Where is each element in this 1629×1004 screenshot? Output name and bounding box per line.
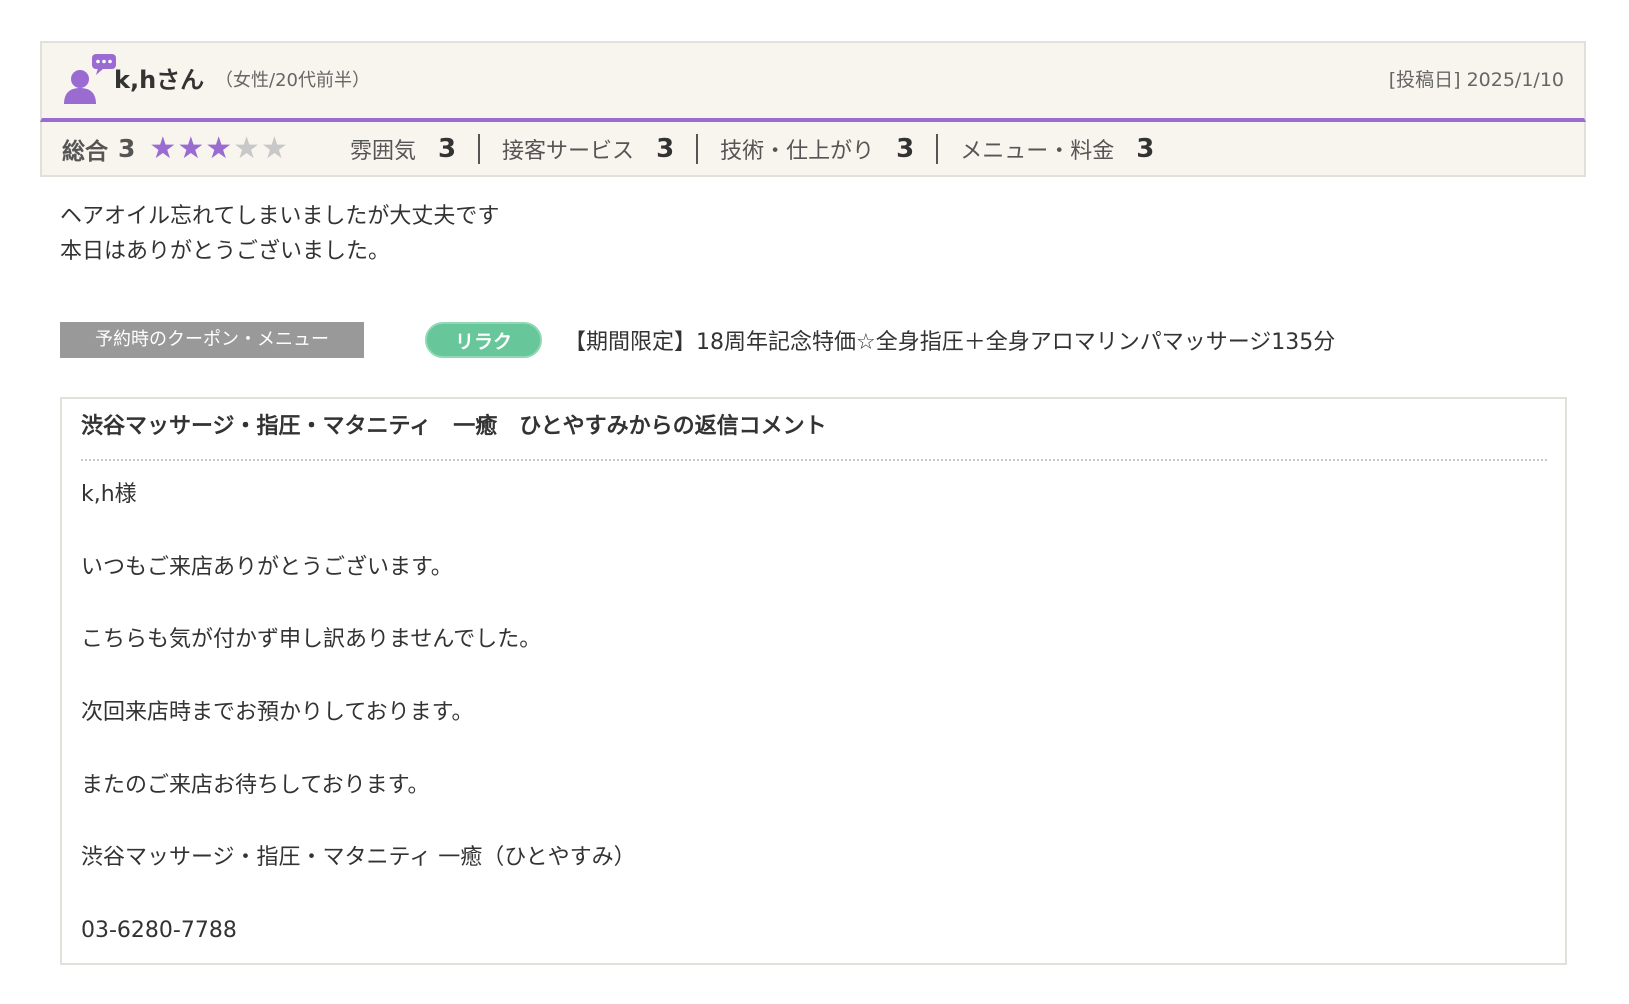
rating-divider <box>936 133 939 164</box>
reply-line: k,h様 <box>81 482 137 507</box>
review-card: k,hさん （女性/20代前半） [投稿日] 2025/1/10 総合 3 ★ ★… <box>40 41 1586 177</box>
rating-technique: 技術・仕上がり 3 <box>720 133 914 165</box>
rating-service: 接客サービス 3 <box>502 133 674 165</box>
rating-label: 雰囲気 <box>349 138 416 164</box>
review-text-line: ヘアオイル忘れてしまいましたが大丈夫です <box>60 204 500 229</box>
ratings-bar: 総合 3 ★ ★ ★ ★ ★ 雰囲気 3 接客サービス 3 技術・仕上がり 3 メニュー… <box>40 122 1586 177</box>
star-rating: ★ ★ ★ ★ ★ <box>149 130 288 166</box>
reply-line: いつもご来店ありがとうございます。 <box>81 554 453 580</box>
reply-line: またのご来店お待ちしております。 <box>81 772 430 798</box>
coupon-row: 予約時のクーポン・メニュー リラク 【期間限定】18周年記念特価☆全身指圧＋全身… <box>60 322 1335 358</box>
reply-line: こちらも気が付かず申し訳ありませんでした。 <box>81 627 542 653</box>
star-icon: ★ <box>233 130 261 166</box>
reply-title: 渋谷マッサージ・指圧・マタニティ 一癒 ひとやすみからの返信コメント <box>81 414 827 439</box>
rating-value: 3 <box>656 133 675 164</box>
rating-label: メニュー・料金 <box>960 138 1115 164</box>
star-icon: ★ <box>205 130 233 166</box>
overall-rating-label: 総合 <box>62 138 108 165</box>
rating-label: 接客サービス <box>502 138 635 164</box>
reply-phone: 03-6280-7788 <box>81 918 237 944</box>
rating-atmosphere: 雰囲気 3 <box>350 133 456 165</box>
reply-line: 次回来店時までお預かりしております。 <box>81 700 474 726</box>
review-text-line: 本日はありがとうございました。 <box>60 239 391 264</box>
post-date: [投稿日] 2025/1/10 <box>1388 69 1564 91</box>
rating-divider <box>696 133 699 164</box>
star-icon: ★ <box>261 130 288 166</box>
rating-value: 3 <box>437 133 457 164</box>
rating-label: 技術・仕上がり <box>720 138 875 164</box>
reply-text: k,h様 いつもご来店ありがとうございます。 こちらも気が付かず申し訳ありません… <box>81 479 636 988</box>
rating-value: 3 <box>1136 133 1155 164</box>
reviewer-name: k,hさん <box>114 66 205 94</box>
reviewer-demographic: （女性/20代前半） <box>215 70 370 91</box>
rating-value: 3 <box>896 133 915 164</box>
salon-reply: 渋谷マッサージ・指圧・マタニティ 一癒 ひとやすみからの返信コメント k,h様 … <box>60 397 1567 965</box>
user-comment-icon <box>64 54 116 104</box>
coupon-label: 予約時のクーポン・メニュー <box>60 322 364 358</box>
star-icon: ★ <box>149 130 177 166</box>
star-icon: ★ <box>177 130 205 166</box>
coupon-category-tag: リラク <box>425 322 542 358</box>
reply-divider <box>81 459 1547 461</box>
review-text: ヘアオイル忘れてしまいましたが大丈夫です 本日はありがとうございました。 <box>60 199 499 269</box>
rating-menu-price: メニュー・料金 3 <box>960 133 1154 165</box>
reply-line: 渋谷マッサージ・指圧・マタニティ 一癒（ひとやすみ） <box>81 845 636 871</box>
review-header: k,hさん （女性/20代前半） [投稿日] 2025/1/10 <box>40 41 1586 122</box>
coupon-name: 【期間限定】18周年記念特価☆全身指圧＋全身アロマリンパマッサージ135分 <box>564 330 1336 355</box>
overall-rating-value: 3 <box>118 134 136 163</box>
rating-divider <box>478 133 481 164</box>
